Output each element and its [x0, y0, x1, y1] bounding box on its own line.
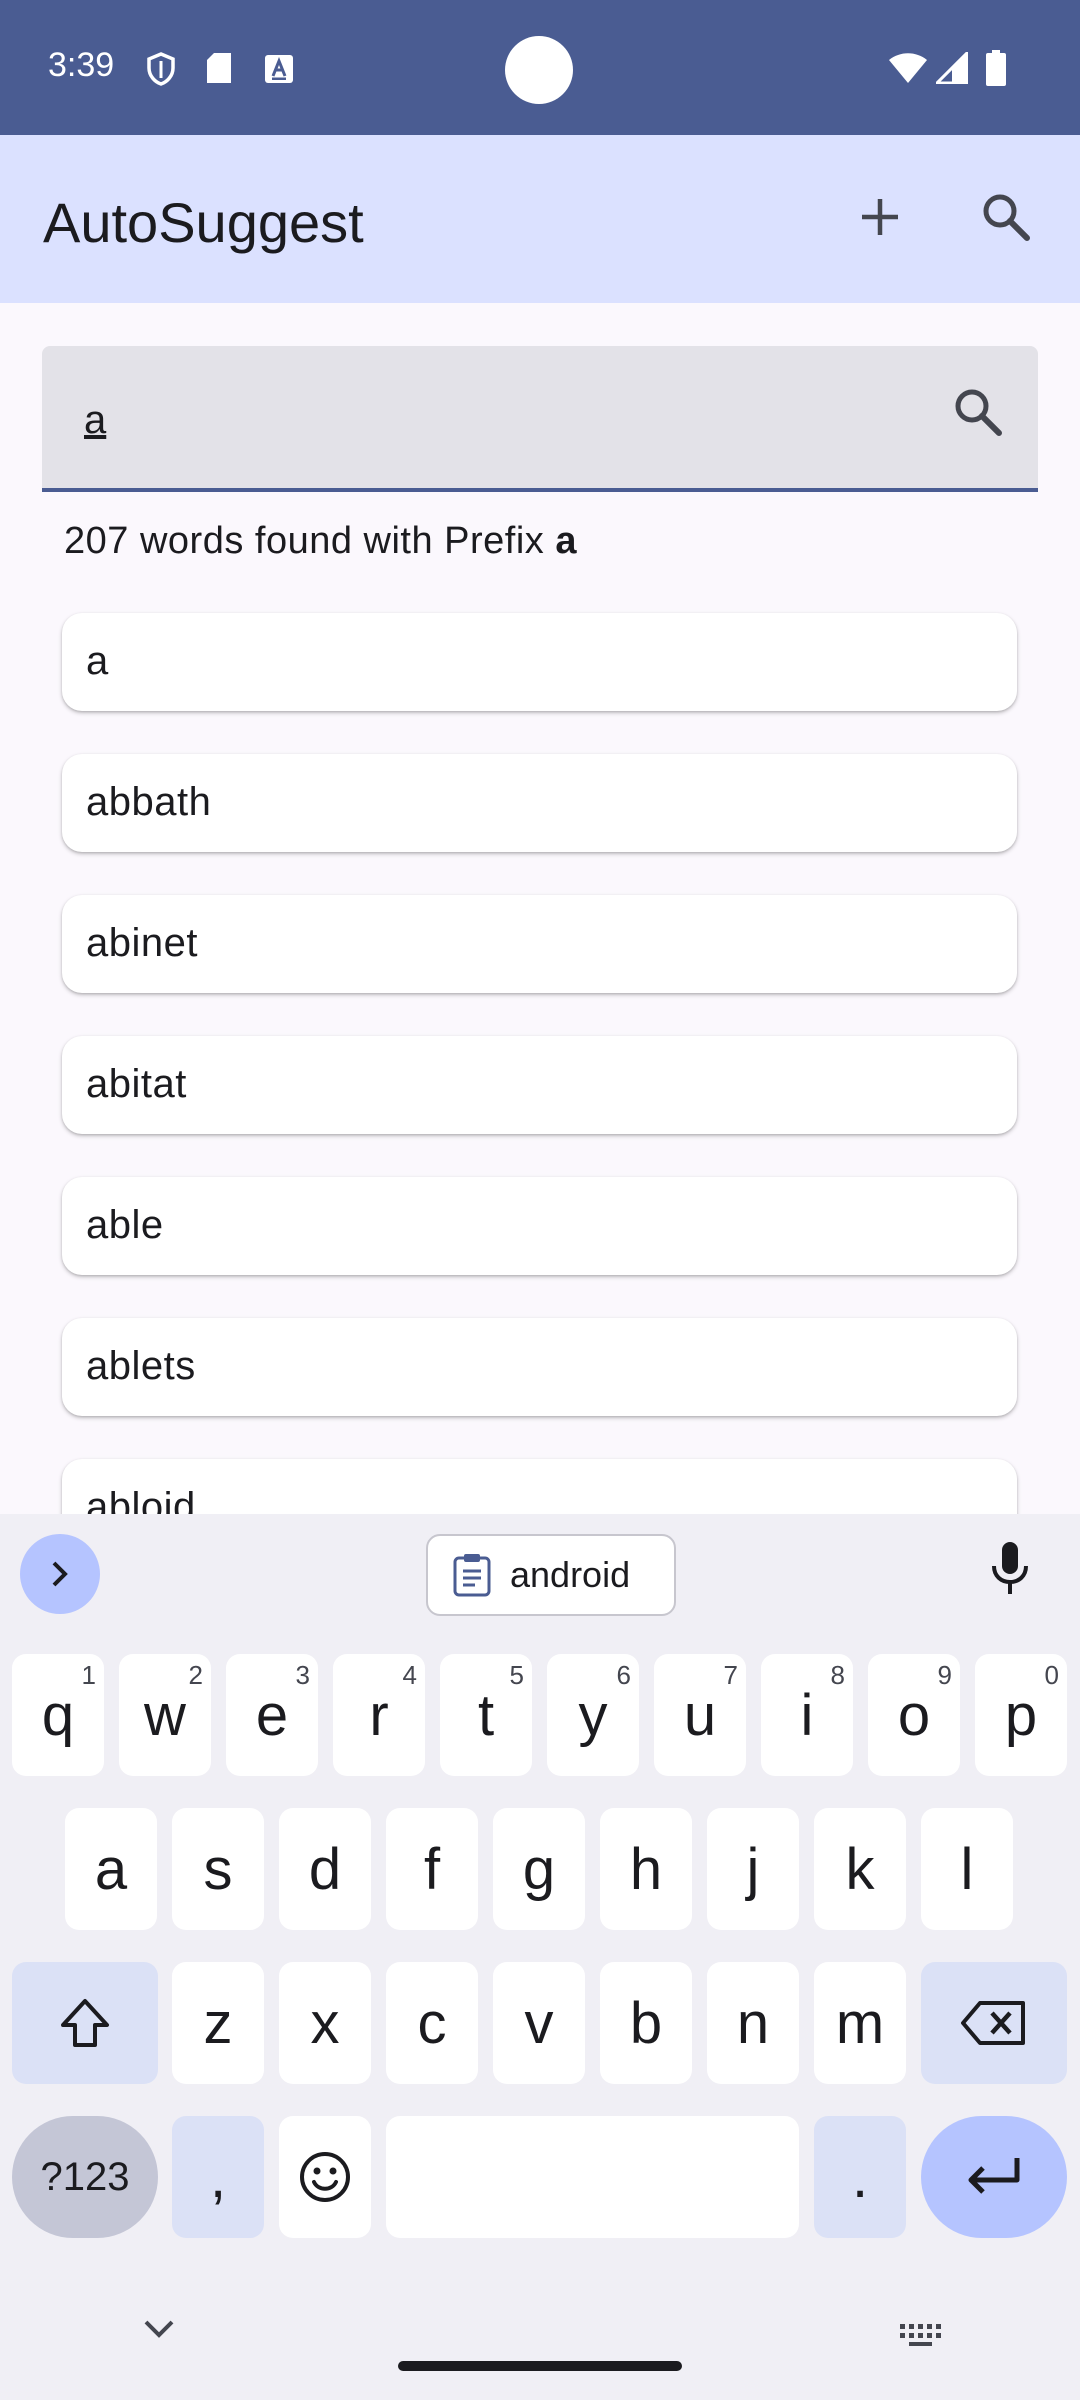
backspace-key[interactable]	[921, 1962, 1067, 2084]
key-n[interactable]: n	[707, 1962, 799, 2084]
result-count-text: 207 words found with Prefix a	[64, 520, 577, 562]
key-a[interactable]: a	[65, 1808, 157, 1930]
clipboard-icon	[453, 1554, 491, 1597]
keyboard-switcher-icon[interactable]	[898, 2322, 944, 2348]
font-icon	[265, 55, 293, 83]
key-q[interactable]: q1	[12, 1654, 104, 1776]
app-bar: AutoSuggest	[0, 135, 1080, 303]
word-list[interactable]: a abbath abinet abitat able ablets abloi…	[0, 600, 1080, 1514]
key-e[interactable]: e3	[226, 1654, 318, 1776]
search-input[interactable]: a	[42, 346, 1038, 492]
key-y[interactable]: y6	[547, 1654, 639, 1776]
enter-icon	[968, 2158, 1020, 2194]
signal-icon	[936, 52, 968, 84]
wifi-icon	[889, 53, 927, 83]
front-camera	[505, 36, 573, 104]
shift-icon	[61, 1999, 109, 2047]
list-item[interactable]: abloid	[62, 1459, 1017, 1514]
search-input-value: a	[84, 398, 107, 442]
voice-input-button[interactable]	[990, 1540, 1030, 1603]
key-h[interactable]: h	[600, 1808, 692, 1930]
search-button[interactable]	[964, 175, 1048, 259]
search-icon	[983, 194, 1030, 241]
emoji-key[interactable]	[279, 2116, 371, 2238]
battery-icon	[986, 50, 1006, 86]
microphone-icon	[992, 1542, 1028, 1594]
status-time: 3:39	[48, 46, 115, 84]
key-m[interactable]: m	[814, 1962, 906, 2084]
clipboard-suggestion-chip[interactable]: android	[426, 1534, 676, 1616]
key-b[interactable]: b	[600, 1962, 692, 2084]
list-item[interactable]: ablets	[62, 1318, 1017, 1416]
symbols-key[interactable]: ?123	[12, 2116, 158, 2238]
expand-toolbar-button[interactable]	[20, 1534, 100, 1614]
home-gesture-bar[interactable]	[398, 2361, 682, 2371]
list-item[interactable]: abitat	[62, 1036, 1017, 1134]
search-field-button[interactable]	[952, 386, 1004, 443]
key-r[interactable]: r4	[333, 1654, 425, 1776]
key-x[interactable]: x	[279, 1962, 371, 2084]
list-item[interactable]: abinet	[62, 895, 1017, 993]
key-j[interactable]: j	[707, 1808, 799, 1930]
key-g[interactable]: g	[493, 1808, 585, 1930]
comma-key[interactable]: ,	[172, 2116, 264, 2238]
chevron-right-icon	[52, 1561, 68, 1587]
key-z[interactable]: z	[172, 1962, 264, 2084]
key-k[interactable]: k	[814, 1808, 906, 1930]
key-l[interactable]: l	[921, 1808, 1013, 1930]
shift-key[interactable]	[12, 1962, 158, 2084]
plus-icon	[862, 199, 898, 235]
space-key[interactable]	[386, 2116, 799, 2238]
list-item[interactable]: able	[62, 1177, 1017, 1275]
app-title: AutoSuggest	[43, 191, 364, 254]
key-w[interactable]: w2	[119, 1654, 211, 1776]
result-prefix: a	[555, 520, 577, 562]
period-key[interactable]: .	[814, 2116, 906, 2238]
key-d[interactable]: d	[279, 1808, 371, 1930]
key-s[interactable]: s	[172, 1808, 264, 1930]
sd-card-icon	[207, 53, 231, 83]
shield-icon	[147, 52, 175, 86]
soft-keyboard: android q1 w2 e3 r4 t5 y6 u7 i8 o9 p0 a …	[0, 1514, 1080, 2400]
enter-key[interactable]	[921, 2116, 1067, 2238]
key-f[interactable]: f	[386, 1808, 478, 1930]
key-p[interactable]: p0	[975, 1654, 1067, 1776]
add-button[interactable]	[838, 175, 922, 259]
hide-keyboard-chevron-icon[interactable]	[142, 2318, 176, 2340]
key-u[interactable]: u7	[654, 1654, 746, 1776]
list-item[interactable]: a	[62, 613, 1017, 711]
status-bar: 3:39	[0, 0, 1080, 135]
list-item[interactable]: abbath	[62, 754, 1017, 852]
key-i[interactable]: i8	[761, 1654, 853, 1776]
search-icon	[955, 389, 1002, 436]
emoji-icon	[300, 2152, 350, 2202]
key-o[interactable]: o9	[868, 1654, 960, 1776]
key-v[interactable]: v	[493, 1962, 585, 2084]
backspace-icon	[961, 2001, 1025, 2045]
clipboard-suggestion-text: android	[510, 1554, 631, 1595]
key-c[interactable]: c	[386, 1962, 478, 2084]
key-t[interactable]: t5	[440, 1654, 532, 1776]
